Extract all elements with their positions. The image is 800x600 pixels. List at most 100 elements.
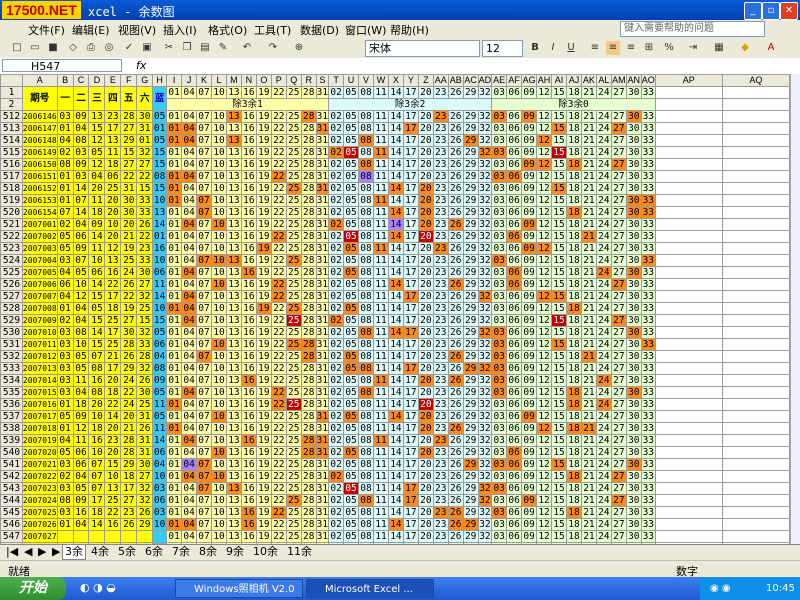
period-cell[interactable]: 2006147: [21, 122, 58, 135]
number-cell[interactable]: 16: [240, 458, 257, 471]
number-cell[interactable]: 27: [610, 410, 627, 423]
number-cell[interactable]: 32: [477, 218, 493, 231]
number-cell[interactable]: 31: [315, 278, 330, 291]
number-cell[interactable]: 25: [285, 422, 302, 435]
number-cell[interactable]: 18: [565, 194, 582, 207]
number-cell[interactable]: 32: [477, 158, 493, 171]
number-cell[interactable]: 27: [610, 470, 627, 483]
number-cell[interactable]: 14: [387, 146, 404, 159]
cell[interactable]: [721, 242, 790, 255]
number-cell[interactable]: 28: [300, 254, 317, 267]
number-cell[interactable]: 01: [166, 494, 183, 507]
number-cell[interactable]: 11: [372, 122, 389, 135]
number-cell[interactable]: 22: [270, 362, 287, 375]
number-cell[interactable]: 09: [521, 146, 538, 159]
number-cell[interactable]: 08: [358, 398, 374, 411]
cell[interactable]: [654, 482, 723, 495]
red-ball-cell[interactable]: 30: [136, 266, 154, 279]
red-ball-cell[interactable]: 05: [56, 446, 74, 459]
number-cell[interactable]: 14: [387, 230, 404, 243]
sheet-tab[interactable]: 4余: [89, 545, 111, 559]
cell[interactable]: [721, 530, 790, 543]
number-cell[interactable]: 13: [225, 302, 242, 315]
number-cell[interactable]: 09: [521, 362, 538, 375]
cell[interactable]: [654, 338, 723, 351]
number-cell[interactable]: 21: [580, 494, 597, 507]
period-cell[interactable]: 2007013: [21, 362, 58, 375]
number-cell[interactable]: 30: [625, 518, 642, 531]
red-ball-cell[interactable]: 16: [104, 518, 122, 531]
number-cell[interactable]: 19: [255, 458, 272, 471]
merge-center-icon[interactable]: ⊞: [642, 41, 656, 55]
number-cell[interactable]: 27: [610, 134, 627, 147]
number-cell[interactable]: 01: [166, 278, 183, 291]
number-cell[interactable]: 28: [300, 362, 317, 375]
number-cell[interactable]: 03: [491, 158, 508, 171]
red-ball-cell[interactable]: 12: [72, 422, 90, 435]
period-cell[interactable]: 2007006: [21, 278, 58, 291]
number-cell[interactable]: 22: [270, 278, 287, 291]
number-cell[interactable]: 33: [640, 110, 656, 123]
number-cell[interactable]: 12: [536, 134, 553, 147]
number-cell[interactable]: 32: [477, 446, 493, 459]
number-cell[interactable]: 01: [166, 218, 183, 231]
number-cell[interactable]: 28: [300, 110, 317, 123]
red-ball-cell[interactable]: 01: [56, 518, 74, 531]
number-cell[interactable]: 09: [521, 170, 538, 183]
red-ball-cell[interactable]: 32: [136, 362, 154, 375]
number-cell[interactable]: 22: [270, 314, 287, 327]
cell[interactable]: [654, 410, 723, 423]
red-ball-cell[interactable]: 01: [56, 194, 74, 207]
cell[interactable]: [654, 494, 723, 507]
number-cell[interactable]: 23: [432, 230, 449, 243]
number-cell[interactable]: 13: [225, 398, 242, 411]
number-cell[interactable]: 31: [315, 482, 330, 495]
number-cell[interactable]: 26: [447, 482, 464, 495]
number-cell[interactable]: 12: [536, 158, 553, 171]
row-number[interactable]: 538: [0, 422, 23, 435]
number-cell[interactable]: 31: [315, 290, 330, 303]
number-cell[interactable]: 31: [315, 470, 330, 483]
number-cell[interactable]: 19: [255, 470, 272, 483]
menu-view[interactable]: 视图(V): [118, 22, 156, 38]
number-cell[interactable]: 28: [300, 182, 317, 195]
number-cell[interactable]: 07: [196, 362, 212, 375]
number-cell[interactable]: 05: [343, 242, 360, 255]
column-header[interactable]: A: [21, 74, 58, 87]
red-ball-cell[interactable]: 30: [120, 206, 138, 219]
number-cell[interactable]: 19: [255, 134, 272, 147]
red-ball-cell[interactable]: 20: [104, 422, 122, 435]
red-ball-cell[interactable]: 25: [104, 338, 122, 351]
number-cell[interactable]: 31: [315, 110, 330, 123]
blue-ball-cell[interactable]: 04: [152, 458, 168, 471]
number-cell[interactable]: 20: [417, 350, 434, 363]
number-cell[interactable]: 24: [595, 386, 612, 399]
number-cell[interactable]: 18: [565, 470, 582, 483]
number-cell[interactable]: 09: [521, 278, 538, 291]
red-ball-cell[interactable]: 22: [136, 230, 154, 243]
number-cell[interactable]: 26: [447, 242, 464, 255]
number-cell[interactable]: 14: [387, 206, 404, 219]
number-cell[interactable]: 12: [536, 206, 553, 219]
number-cell[interactable]: 11: [372, 398, 389, 411]
number-cell[interactable]: 09: [521, 434, 538, 447]
number-cell[interactable]: 18: [565, 422, 582, 435]
number-cell[interactable]: 20: [417, 218, 434, 231]
cell[interactable]: [721, 362, 790, 375]
number-cell[interactable]: 32: [477, 518, 493, 531]
number-cell[interactable]: 18: [565, 290, 582, 303]
number-cell[interactable]: 28: [300, 422, 317, 435]
red-ball-cell[interactable]: 14: [104, 410, 122, 423]
cell[interactable]: [721, 206, 790, 219]
number-cell[interactable]: 18: [565, 302, 582, 315]
number-cell[interactable]: 32: [477, 278, 493, 291]
new-icon[interactable]: □: [10, 41, 24, 55]
number-cell[interactable]: 28: [300, 530, 317, 543]
number-cell[interactable]: 31: [315, 230, 330, 243]
red-ball-cell[interactable]: 27: [136, 278, 154, 291]
number-cell[interactable]: 14: [387, 302, 404, 315]
number-cell[interactable]: 16: [240, 482, 257, 495]
number-cell[interactable]: 01: [166, 254, 183, 267]
number-cell[interactable]: 20: [417, 206, 434, 219]
row-number[interactable]: 515: [0, 146, 23, 159]
